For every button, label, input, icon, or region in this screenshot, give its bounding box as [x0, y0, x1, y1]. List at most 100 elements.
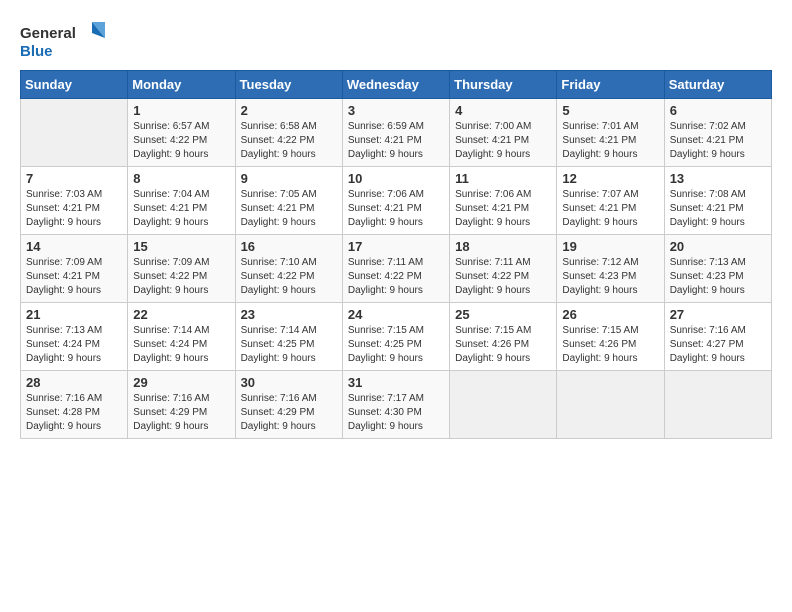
calendar-cell-1-4: 3 Sunrise: 6:59 AMSunset: 4:21 PMDaylight…: [342, 99, 449, 167]
calendar-cell-3-2: 15Sunrise: 7:09 AMSunset: 4:22 PMDayligh…: [128, 235, 235, 303]
calendar-cell-3-1: 14Sunrise: 7:09 AMSunset: 4:21 PMDayligh…: [21, 235, 128, 303]
day-info: Sunrise: 7:01 AMSunset: 4:21 PMDaylight:…: [562, 120, 658, 162]
day-info: Sunrise: 7:03 AMSunset: 4:21 PMDaylight:…: [26, 188, 122, 230]
day-number: 5: [562, 103, 658, 118]
day-number: 22: [133, 307, 229, 322]
day-info: Sunrise: 7:00 AMSunset: 4:21 PMDaylight:…: [455, 120, 551, 162]
calendar-cell-5-5: [450, 371, 557, 439]
logo-icon: General Blue: [20, 20, 110, 60]
calendar-cell-3-4: 17 Sunrise: 7:11 AMSunset: 4:22 PMDayligh…: [342, 235, 449, 303]
day-info: Sunrise: 7:10 AMSunset: 4:22 PMDaylight:…: [241, 256, 337, 298]
calendar-cell-1-3: 2 Sunrise: 6:58 AMSunset: 4:22 PMDaylight…: [235, 99, 342, 167]
calendar-cell-1-1: [21, 99, 128, 167]
day-info: Sunrise: 6:57 AMSunset: 4:22 PMDaylight:…: [133, 120, 229, 162]
day-info: Sunrise: 7:16 AMSunset: 4:29 PMDaylight:…: [241, 392, 337, 434]
day-info: Sunrise: 7:14 AMSunset: 4:24 PMDaylight:…: [133, 324, 229, 366]
day-info: Sunrise: 7:06 AMSunset: 4:21 PMDaylight:…: [455, 188, 551, 230]
day-info: Sunrise: 7:05 AMSunset: 4:21 PMDaylight:…: [241, 188, 337, 230]
day-number: 19: [562, 239, 658, 254]
weekday-header-row: SundayMondayTuesdayWednesdayThursdayFrid…: [21, 71, 772, 99]
calendar-cell-1-7: 6 Sunrise: 7:02 AMSunset: 4:21 PMDaylight…: [664, 99, 771, 167]
weekday-header-friday: Friday: [557, 71, 664, 99]
day-number: 26: [562, 307, 658, 322]
calendar-cell-3-5: 18Sunrise: 7:11 AMSunset: 4:22 PMDayligh…: [450, 235, 557, 303]
day-info: Sunrise: 7:16 AMSunset: 4:27 PMDaylight:…: [670, 324, 766, 366]
calendar-cell-1-5: 4 Sunrise: 7:00 AMSunset: 4:21 PMDaylight…: [450, 99, 557, 167]
weekday-header-wednesday: Wednesday: [342, 71, 449, 99]
calendar-cell-3-7: 20 Sunrise: 7:13 AMSunset: 4:23 PMDayligh…: [664, 235, 771, 303]
day-number: 28: [26, 375, 122, 390]
day-number: 13: [670, 171, 766, 186]
day-info: Sunrise: 7:11 AMSunset: 4:22 PMDaylight:…: [455, 256, 551, 298]
calendar-cell-2-4: 10Sunrise: 7:06 AMSunset: 4:21 PMDayligh…: [342, 167, 449, 235]
calendar-table: SundayMondayTuesdayWednesdayThursdayFrid…: [20, 70, 772, 439]
calendar-cell-4-3: 23Sunrise: 7:14 AMSunset: 4:25 PMDayligh…: [235, 303, 342, 371]
day-number: 23: [241, 307, 337, 322]
day-number: 29: [133, 375, 229, 390]
day-number: 14: [26, 239, 122, 254]
calendar-cell-5-3: 30 Sunrise: 7:16 AMSunset: 4:29 PMDayligh…: [235, 371, 342, 439]
day-info: Sunrise: 7:15 AMSunset: 4:25 PMDaylight:…: [348, 324, 444, 366]
day-number: 17: [348, 239, 444, 254]
day-number: 24: [348, 307, 444, 322]
calendar-week-5: 28 Sunrise: 7:16 AMSunset: 4:28 PMDayligh…: [21, 371, 772, 439]
calendar-cell-1-2: 1 Sunrise: 6:57 AMSunset: 4:22 PMDaylight…: [128, 99, 235, 167]
calendar-cell-3-3: 16 Sunrise: 7:10 AMSunset: 4:22 PMDayligh…: [235, 235, 342, 303]
calendar-week-4: 21 Sunrise: 7:13 AMSunset: 4:24 PMDayligh…: [21, 303, 772, 371]
day-info: Sunrise: 7:02 AMSunset: 4:21 PMDaylight:…: [670, 120, 766, 162]
calendar-cell-4-4: 24 Sunrise: 7:15 AMSunset: 4:25 PMDayligh…: [342, 303, 449, 371]
day-number: 1: [133, 103, 229, 118]
calendar-cell-4-6: 26 Sunrise: 7:15 AMSunset: 4:26 PMDayligh…: [557, 303, 664, 371]
logo: General Blue: [20, 20, 110, 60]
calendar-cell-2-2: 8Sunrise: 7:04 AMSunset: 4:21 PMDaylight…: [128, 167, 235, 235]
day-number: 30: [241, 375, 337, 390]
day-info: Sunrise: 7:07 AMSunset: 4:21 PMDaylight:…: [562, 188, 658, 230]
svg-text:General: General: [20, 25, 76, 42]
calendar-body: 1 Sunrise: 6:57 AMSunset: 4:22 PMDaylight…: [21, 99, 772, 439]
calendar-cell-4-5: 25Sunrise: 7:15 AMSunset: 4:26 PMDayligh…: [450, 303, 557, 371]
calendar-cell-2-1: 7 Sunrise: 7:03 AMSunset: 4:21 PMDaylight…: [21, 167, 128, 235]
weekday-header-tuesday: Tuesday: [235, 71, 342, 99]
day-number: 16: [241, 239, 337, 254]
day-number: 2: [241, 103, 337, 118]
day-info: Sunrise: 7:13 AMSunset: 4:24 PMDaylight:…: [26, 324, 122, 366]
calendar-cell-2-3: 9 Sunrise: 7:05 AMSunset: 4:21 PMDaylight…: [235, 167, 342, 235]
day-info: Sunrise: 7:16 AMSunset: 4:29 PMDaylight:…: [133, 392, 229, 434]
day-info: Sunrise: 7:16 AMSunset: 4:28 PMDaylight:…: [26, 392, 122, 434]
day-number: 31: [348, 375, 444, 390]
day-info: Sunrise: 6:58 AMSunset: 4:22 PMDaylight:…: [241, 120, 337, 162]
weekday-header-thursday: Thursday: [450, 71, 557, 99]
day-number: 7: [26, 171, 122, 186]
day-number: 21: [26, 307, 122, 322]
day-number: 8: [133, 171, 229, 186]
day-info: Sunrise: 7:13 AMSunset: 4:23 PMDaylight:…: [670, 256, 766, 298]
calendar-cell-5-1: 28 Sunrise: 7:16 AMSunset: 4:28 PMDayligh…: [21, 371, 128, 439]
day-number: 11: [455, 171, 551, 186]
weekday-header-saturday: Saturday: [664, 71, 771, 99]
calendar-cell-5-6: [557, 371, 664, 439]
day-number: 27: [670, 307, 766, 322]
calendar-cell-4-7: 27 Sunrise: 7:16 AMSunset: 4:27 PMDayligh…: [664, 303, 771, 371]
calendar-cell-3-6: 19 Sunrise: 7:12 AMSunset: 4:23 PMDayligh…: [557, 235, 664, 303]
calendar-week-1: 1 Sunrise: 6:57 AMSunset: 4:22 PMDaylight…: [21, 99, 772, 167]
day-number: 20: [670, 239, 766, 254]
day-number: 4: [455, 103, 551, 118]
day-info: Sunrise: 7:15 AMSunset: 4:26 PMDaylight:…: [562, 324, 658, 366]
day-number: 6: [670, 103, 766, 118]
calendar-cell-2-7: 13 Sunrise: 7:08 AMSunset: 4:21 PMDayligh…: [664, 167, 771, 235]
page-header: General Blue: [20, 20, 772, 60]
day-number: 15: [133, 239, 229, 254]
day-number: 3: [348, 103, 444, 118]
calendar-cell-4-2: 22 Sunrise: 7:14 AMSunset: 4:24 PMDayligh…: [128, 303, 235, 371]
day-info: Sunrise: 7:11 AMSunset: 4:22 PMDaylight:…: [348, 256, 444, 298]
calendar-cell-5-2: 29 Sunrise: 7:16 AMSunset: 4:29 PMDayligh…: [128, 371, 235, 439]
day-number: 12: [562, 171, 658, 186]
calendar-week-2: 7 Sunrise: 7:03 AMSunset: 4:21 PMDaylight…: [21, 167, 772, 235]
day-info: Sunrise: 7:08 AMSunset: 4:21 PMDaylight:…: [670, 188, 766, 230]
weekday-header-sunday: Sunday: [21, 71, 128, 99]
calendar-cell-2-5: 11 Sunrise: 7:06 AMSunset: 4:21 PMDayligh…: [450, 167, 557, 235]
day-info: Sunrise: 7:12 AMSunset: 4:23 PMDaylight:…: [562, 256, 658, 298]
weekday-header-monday: Monday: [128, 71, 235, 99]
day-info: Sunrise: 6:59 AMSunset: 4:21 PMDaylight:…: [348, 120, 444, 162]
day-number: 9: [241, 171, 337, 186]
